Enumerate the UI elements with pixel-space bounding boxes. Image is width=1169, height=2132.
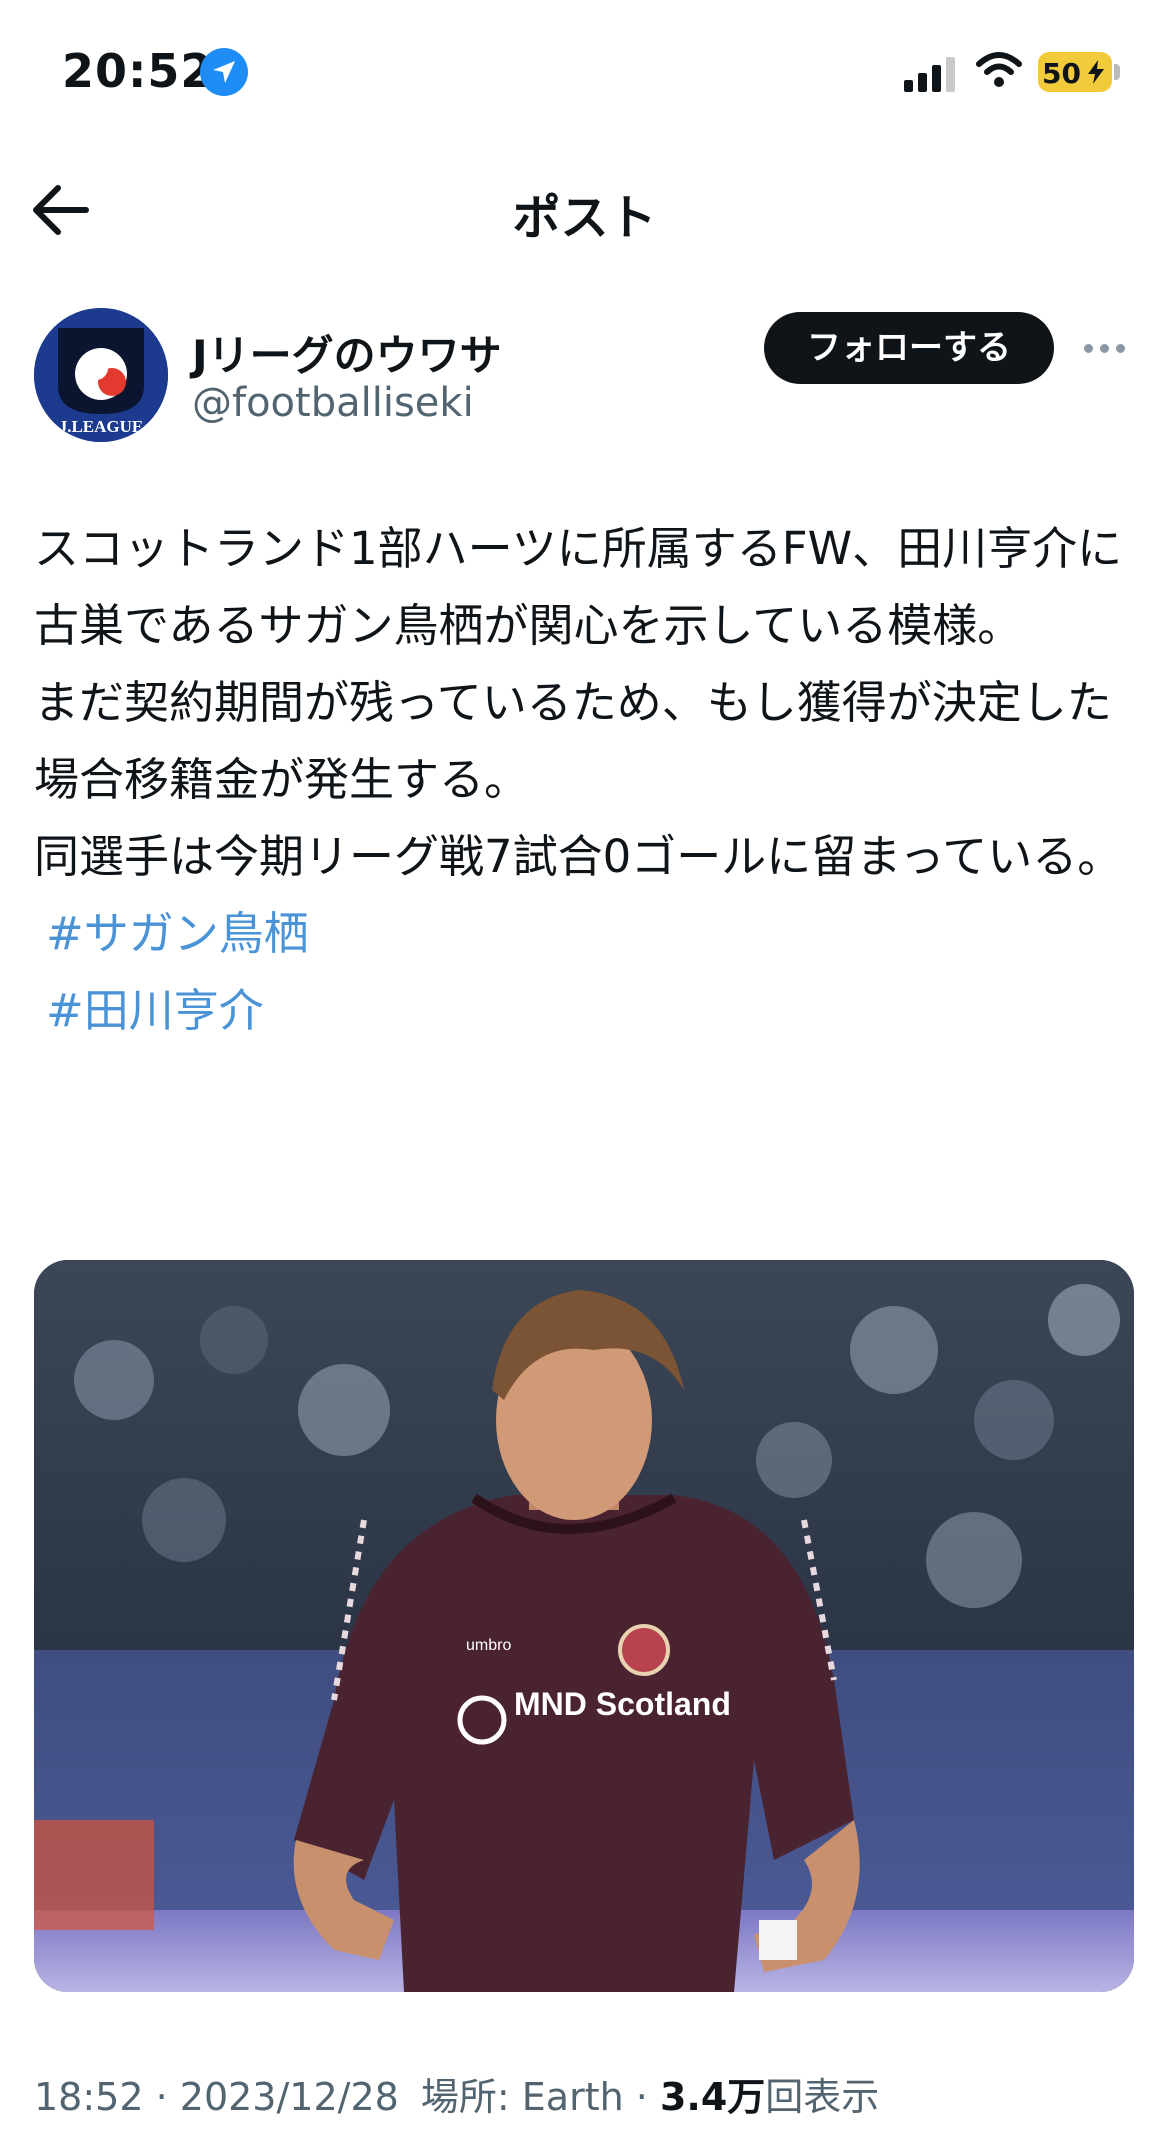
- user-handle[interactable]: @footballiseki: [192, 380, 474, 426]
- wifi-icon: [975, 50, 1023, 94]
- author-row: J.LEAGUE Jリーグのウワサ @footballiseki フォローする: [0, 300, 1169, 450]
- tweet-paragraph: スコットランド1部ハーツに所属するFW、田川亨介に古巣であるサガン鳥栖が関心を示…: [34, 522, 1123, 652]
- battery-level: 50: [1042, 57, 1081, 90]
- views-count[interactable]: 3.4万: [660, 2075, 765, 2119]
- hashtag-link[interactable]: #田川亨介: [34, 972, 1139, 1049]
- tweet-text: スコットランド1部ハーツに所属するFW、田川亨介に古巣であるサガン鳥栖が関心を示…: [34, 510, 1139, 1049]
- post-date: 2023/12/28: [179, 2075, 399, 2119]
- meta-separator: ·: [635, 2075, 660, 2119]
- jersey-sponsor-text: MND Scotland: [514, 1686, 731, 1722]
- tweet-paragraph: 同選手は今期リーグ戦7試合0ゴールに留まっている。: [34, 830, 1123, 883]
- meta-separator: ·: [155, 2075, 180, 2119]
- views-label: 回表示: [765, 2075, 880, 2119]
- post-meta: 18:52 · 2023/12/28 場所: Earth · 3.4万回表示: [34, 2066, 879, 2121]
- avatar[interactable]: J.LEAGUE: [34, 308, 168, 442]
- avatar-logo-text: J.LEAGUE: [59, 417, 144, 436]
- tweet-photo[interactable]: MND Scotland umbro: [34, 1260, 1134, 1992]
- post-time: 18:52: [34, 2075, 144, 2119]
- status-time: 20:52: [62, 44, 214, 98]
- signal-icon: [904, 56, 956, 92]
- battery-cap: [1114, 64, 1120, 80]
- jersey-brand-text: umbro: [466, 1637, 511, 1654]
- status-bar: 20:52 50: [0, 0, 1169, 130]
- battery-icon: 50: [1038, 52, 1112, 92]
- tweet-paragraph: まだ契約期間が残っているため、もし獲得が決定した場合移籍金が発生する。: [34, 676, 1112, 806]
- post-location: 場所: Earth: [420, 2075, 624, 2119]
- page-title: ポスト: [512, 190, 657, 246]
- more-icon[interactable]: [1080, 328, 1130, 368]
- display-name[interactable]: Jリーグのウワサ: [192, 322, 502, 383]
- location-arrow-icon: [200, 48, 248, 96]
- hashtag-link[interactable]: #サガン鳥栖: [34, 895, 1139, 972]
- nav-header: ポスト: [0, 150, 1169, 260]
- follow-button[interactable]: フォローする: [764, 312, 1054, 384]
